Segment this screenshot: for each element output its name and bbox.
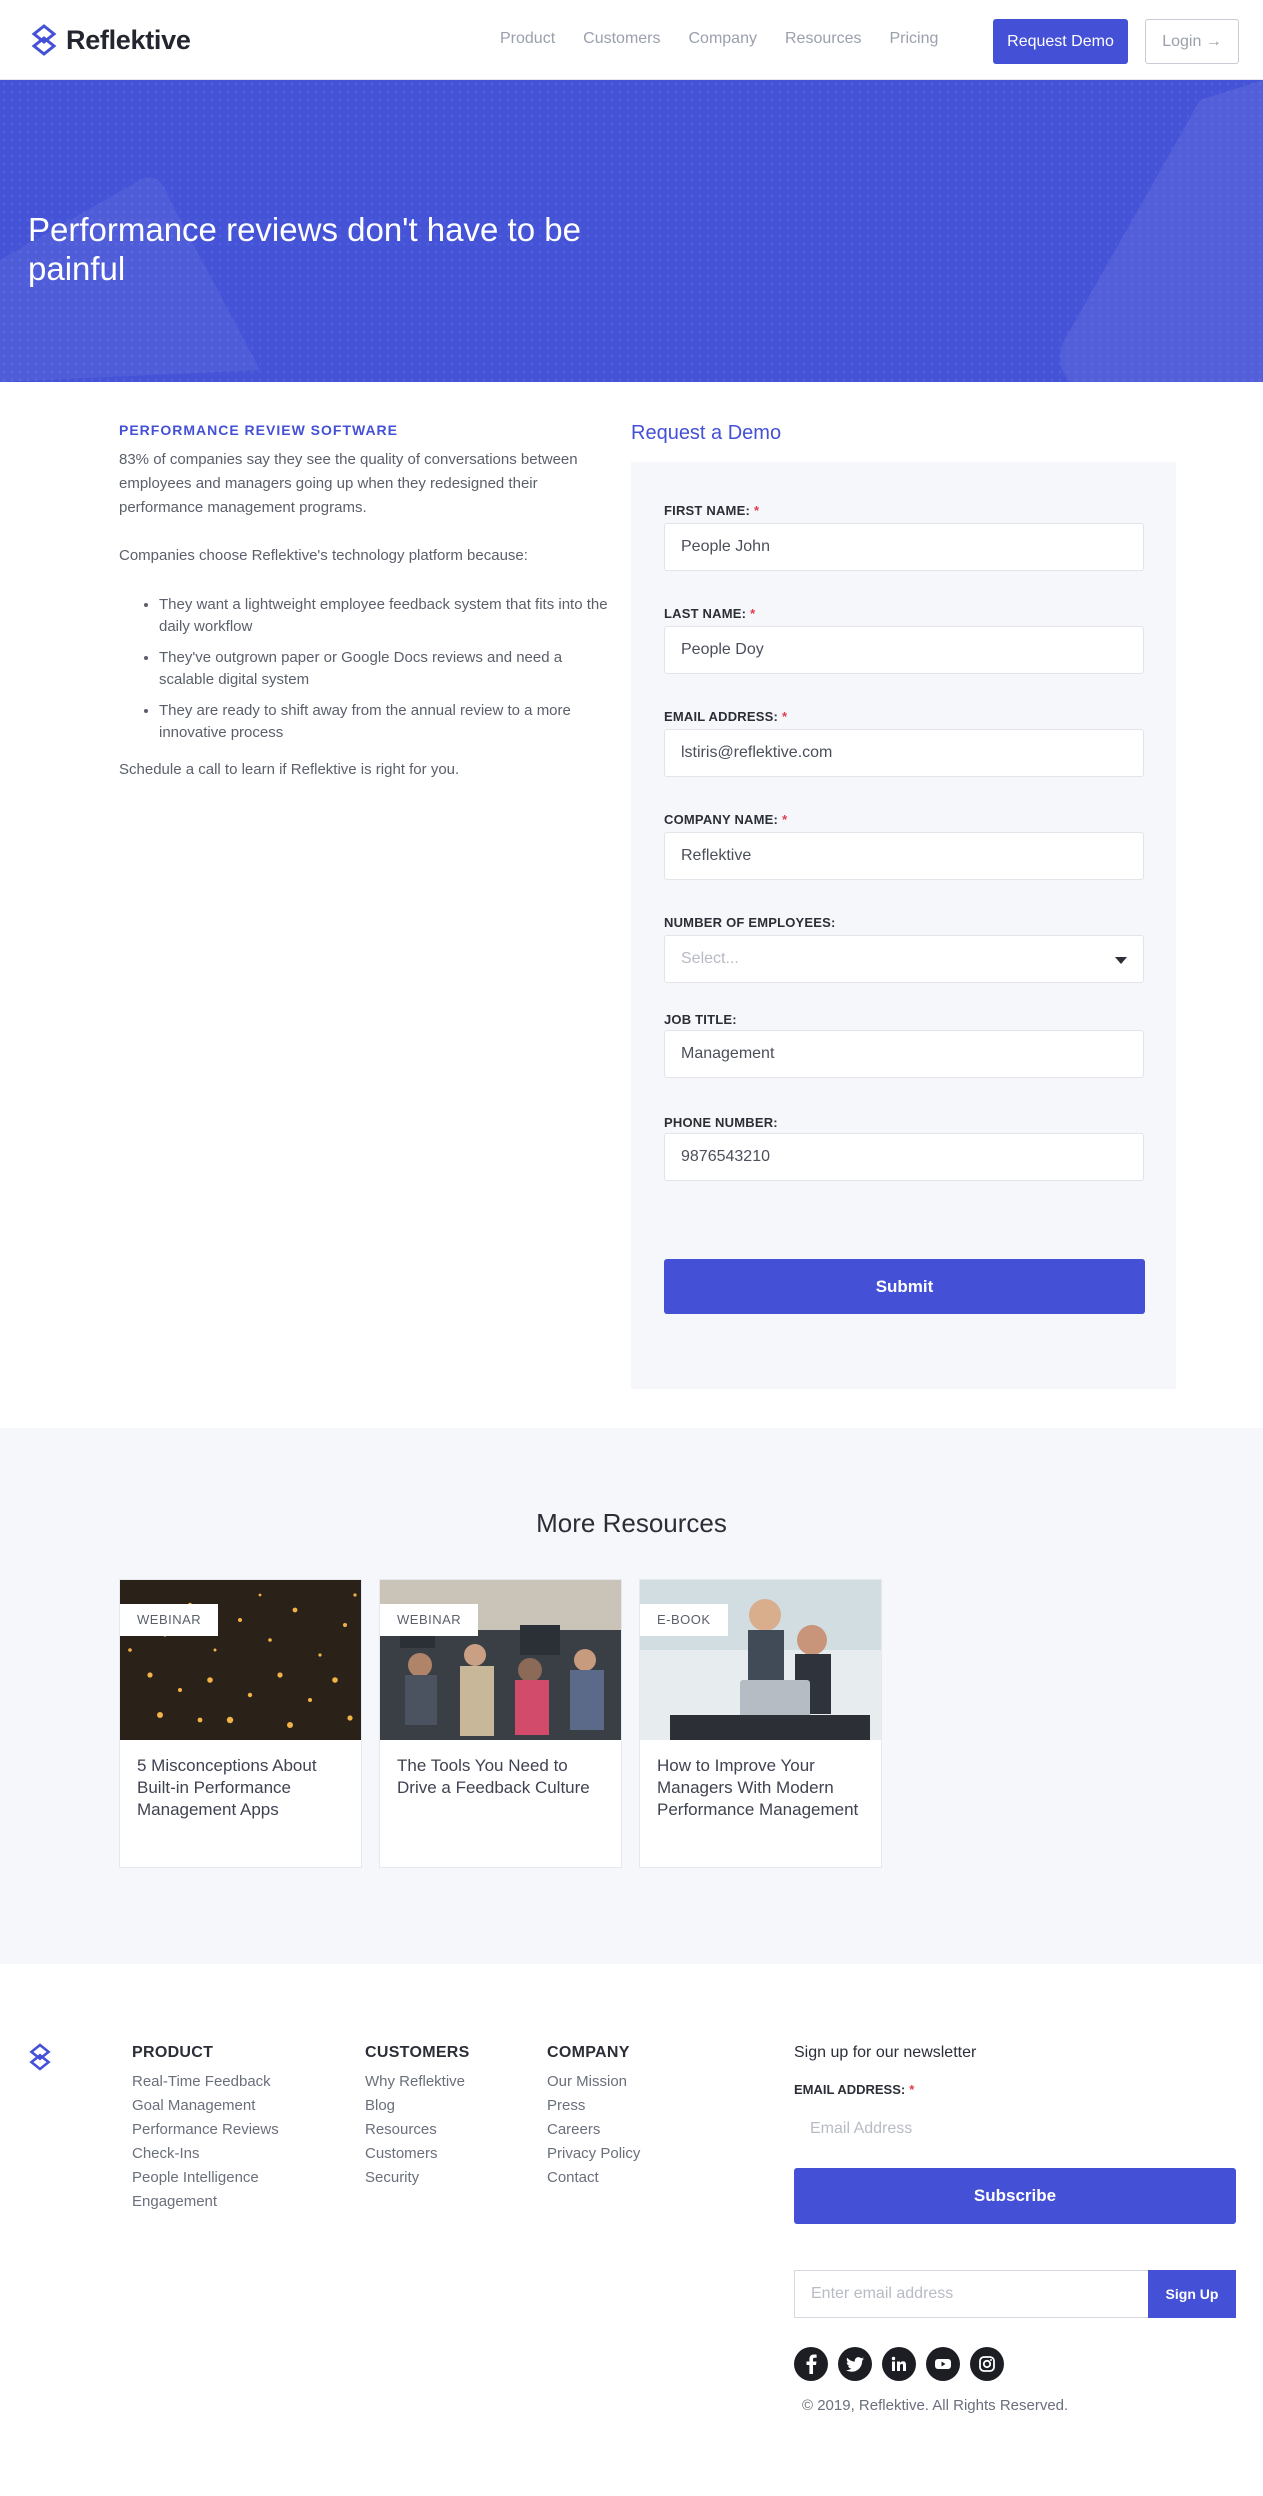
demo-form: FIRST NAME: * People John LAST NAME: * Peo… <box>631 462 1176 1389</box>
email-label: EMAIL ADDRESS: * <box>664 709 788 724</box>
phone-label: PHONE NUMBER: <box>664 1115 778 1130</box>
nav-link-customers[interactable]: Customers <box>583 30 660 48</box>
employees-label: NUMBER OF EMPLOYEES: <box>664 915 836 930</box>
card-tag: WEBINAR <box>120 1604 219 1636</box>
intro-section: PERFORMANCE REVIEW SOFTWARE 83% of compa… <box>119 422 609 782</box>
instagram-icon[interactable] <box>970 2347 1004 2381</box>
twitter-icon[interactable] <box>838 2347 872 2381</box>
nav-link-pricing[interactable]: Pricing <box>889 30 938 48</box>
newsletter-email-field[interactable]: Email Address <box>794 2110 1235 2148</box>
last-name-field[interactable]: People Doy <box>664 626 1144 674</box>
footer-link[interactable]: Security <box>365 2166 470 2190</box>
nav-link-resources[interactable]: Resources <box>785 30 861 48</box>
company-name-field[interactable]: Reflektive <box>664 832 1144 880</box>
employees-select-value: Select... <box>681 950 739 967</box>
footer-column-customers: CUSTOMERS Why Reflektive Blog Resources … <box>365 2044 470 2190</box>
footer-link[interactable]: Our Mission <box>547 2070 640 2094</box>
footer-link[interactable]: Press <box>547 2094 640 2118</box>
footer-link[interactable]: Blog <box>365 2094 470 2118</box>
job-title-field[interactable]: Management <box>664 1030 1144 1078</box>
footer-link[interactable]: Performance Reviews <box>132 2118 279 2142</box>
intro-paragraph: Schedule a call to learn if Reflektive i… <box>119 761 460 778</box>
phone-field[interactable]: 9876543210 <box>664 1133 1144 1181</box>
resource-card[interactable]: E-BOOK How to Improve Your Managers With… <box>639 1579 882 1868</box>
footer-link[interactable]: Customers <box>365 2142 470 2166</box>
card-title: The Tools You Need to Drive a Feedback C… <box>397 1756 590 1797</box>
footer-link[interactable]: Careers <box>547 2118 640 2142</box>
footer-column-product: PRODUCT Real-Time Feedback Goal Manageme… <box>132 2044 279 2214</box>
copyright-text: © 2019, Reflektive. All Rights Reserved. <box>802 2397 1069 2414</box>
footer-heading: CUSTOMERS <box>365 2044 470 2061</box>
job-title-label: JOB TITLE: <box>664 1012 737 1027</box>
nav-links: Product Customers Company Resources Pric… <box>500 30 966 48</box>
card-title: 5 Misconceptions About Built-in Performa… <box>137 1756 317 1819</box>
request-demo-button[interactable]: Request Demo <box>993 19 1128 64</box>
linkedin-icon[interactable] <box>882 2347 916 2381</box>
footer-link[interactable]: Engagement <box>132 2190 279 2214</box>
hero-title: Performance reviews don't have to be pai… <box>28 211 581 287</box>
resources-section: More Resources WEBINAR 5 Misconceptions … <box>0 1428 1263 1964</box>
form-title: Request a Demo <box>631 422 782 444</box>
logo-text: Reflektive <box>66 24 191 55</box>
resource-card[interactable]: WEBINAR The Tools You Need to Drive a Fe… <box>379 1579 622 1868</box>
company-name-label: COMPANY NAME: * <box>664 812 788 827</box>
signup-email-input[interactable]: Enter email address <box>794 2270 1149 2318</box>
social-links <box>794 2347 1014 2381</box>
email-field[interactable]: lstiris@reflektive.com <box>664 729 1144 777</box>
login-button[interactable]: Login → <box>1145 19 1239 64</box>
list-item: They are ready to shift away from the an… <box>159 700 609 744</box>
newsletter-title: Sign up for our newsletter <box>794 2044 977 2061</box>
footer-link[interactable]: People Intelligence <box>132 2166 279 2190</box>
resources-title: More Resources <box>536 1508 727 1538</box>
card-title: How to Improve Your Managers With Modern… <box>657 1756 859 1819</box>
footer-link[interactable]: Why Reflektive <box>365 2070 470 2094</box>
footer-link[interactable]: Contact <box>547 2166 640 2190</box>
footer-heading: COMPANY <box>547 2044 630 2061</box>
reasons-list: They want a lightweight employee feedbac… <box>119 594 609 744</box>
last-name-label: LAST NAME: * <box>664 606 756 621</box>
footer-link[interactable]: Resources <box>365 2118 470 2142</box>
resource-card[interactable]: WEBINAR 5 Misconceptions About Built-in … <box>119 1579 362 1868</box>
chevron-down-icon <box>1115 957 1127 964</box>
employees-select[interactable]: Select... <box>664 935 1144 983</box>
card-tag: WEBINAR <box>380 1604 479 1636</box>
footer-link[interactable]: Privacy Policy <box>547 2142 640 2166</box>
top-nav: Reflektive Product Customers Company Res… <box>0 0 1263 80</box>
reflektive-logo-icon <box>31 24 57 56</box>
first-name-label: FIRST NAME: * <box>664 503 760 518</box>
youtube-icon[interactable] <box>926 2347 960 2381</box>
hero-banner: Performance reviews don't have to be pai… <box>0 80 1263 382</box>
list-item: They've outgrown paper or Google Docs re… <box>159 647 609 691</box>
footer-link[interactable]: Goal Management <box>132 2094 279 2118</box>
section-eyebrow: PERFORMANCE REVIEW SOFTWARE <box>119 422 399 438</box>
intro-paragraph: Companies choose Reflektive's technology… <box>119 547 528 564</box>
newsletter-email-label: EMAIL ADDRESS: * <box>794 2082 915 2097</box>
nav-link-product[interactable]: Product <box>500 30 555 48</box>
footer-link[interactable]: Check-Ins <box>132 2142 279 2166</box>
submit-button[interactable]: Submit <box>664 1259 1145 1314</box>
footer-column-company: COMPANY Our Mission Press Careers Privac… <box>547 2044 640 2190</box>
reflektive-logo-icon[interactable] <box>28 2043 52 2071</box>
hero-decor-right <box>1060 80 1263 382</box>
logo[interactable]: Reflektive <box>30 24 191 56</box>
intro-paragraph: 83% of companies say they see the qualit… <box>119 451 578 516</box>
subscribe-button[interactable]: Subscribe <box>794 2168 1236 2224</box>
first-name-field[interactable]: People John <box>664 523 1144 571</box>
signup-button[interactable]: Sign Up <box>1148 2270 1236 2318</box>
list-item: They want a lightweight employee feedbac… <box>159 594 609 638</box>
facebook-icon[interactable] <box>794 2347 828 2381</box>
card-tag: E-BOOK <box>640 1604 728 1636</box>
footer-heading: PRODUCT <box>132 2044 214 2061</box>
nav-link-company[interactable]: Company <box>689 30 757 48</box>
footer-link[interactable]: Real-Time Feedback <box>132 2070 279 2094</box>
